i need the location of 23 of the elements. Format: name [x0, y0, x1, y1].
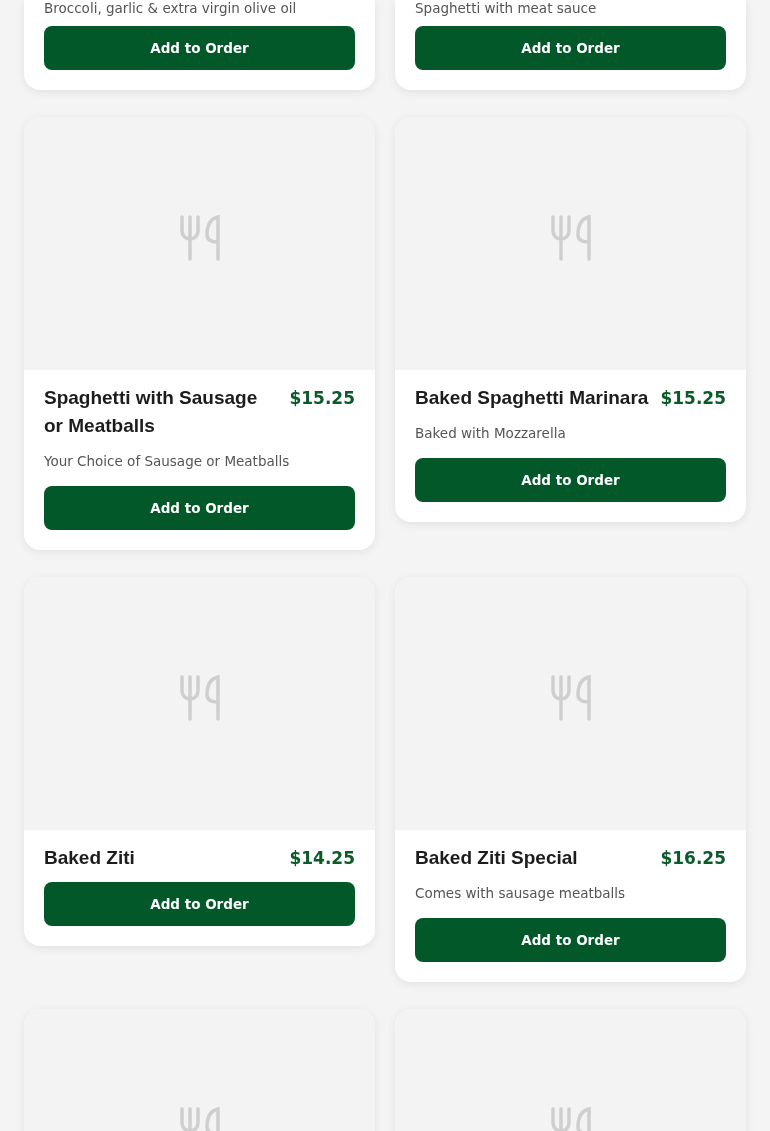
item-price: $15.25 — [660, 387, 726, 410]
fork-and-spoon-icon — [178, 674, 221, 721]
item-name: Baked Ziti Special — [415, 846, 578, 870]
item-description: Spaghetti with meat sauce — [415, 0, 598, 16]
item-price: $16.25 — [660, 847, 726, 870]
add-to-order-button[interactable]: Add to Order — [415, 26, 726, 70]
item-description: Broccoli, garlic & extra virgin olive oil — [44, 0, 298, 16]
item-description: Baked with Mozzarella — [415, 424, 567, 442]
add-to-order-button[interactable]: Add to Order — [44, 882, 355, 926]
add-to-order-button[interactable]: Add to Order — [44, 486, 355, 530]
item-name: Baked Spaghetti Marinara — [415, 386, 649, 410]
fork-and-spoon-icon — [549, 674, 592, 721]
item-description: Your Choice of Sausage or Meatballs — [44, 452, 291, 470]
item-name: Spaghetti with Sausage or Meatballs — [44, 386, 259, 438]
item-price: $14.25 — [289, 847, 355, 870]
item-price: $15.25 — [289, 387, 355, 410]
add-to-order-button[interactable]: Add to Order — [44, 26, 355, 70]
add-to-order-button[interactable]: Add to Order — [415, 918, 726, 962]
item-name: Baked Ziti — [44, 846, 135, 870]
item-description: Comes with sausage meatballs — [415, 884, 627, 902]
fork-and-spoon-icon — [178, 214, 221, 261]
add-to-order-button[interactable]: Add to Order — [415, 458, 726, 502]
fork-and-spoon-icon — [549, 214, 592, 261]
